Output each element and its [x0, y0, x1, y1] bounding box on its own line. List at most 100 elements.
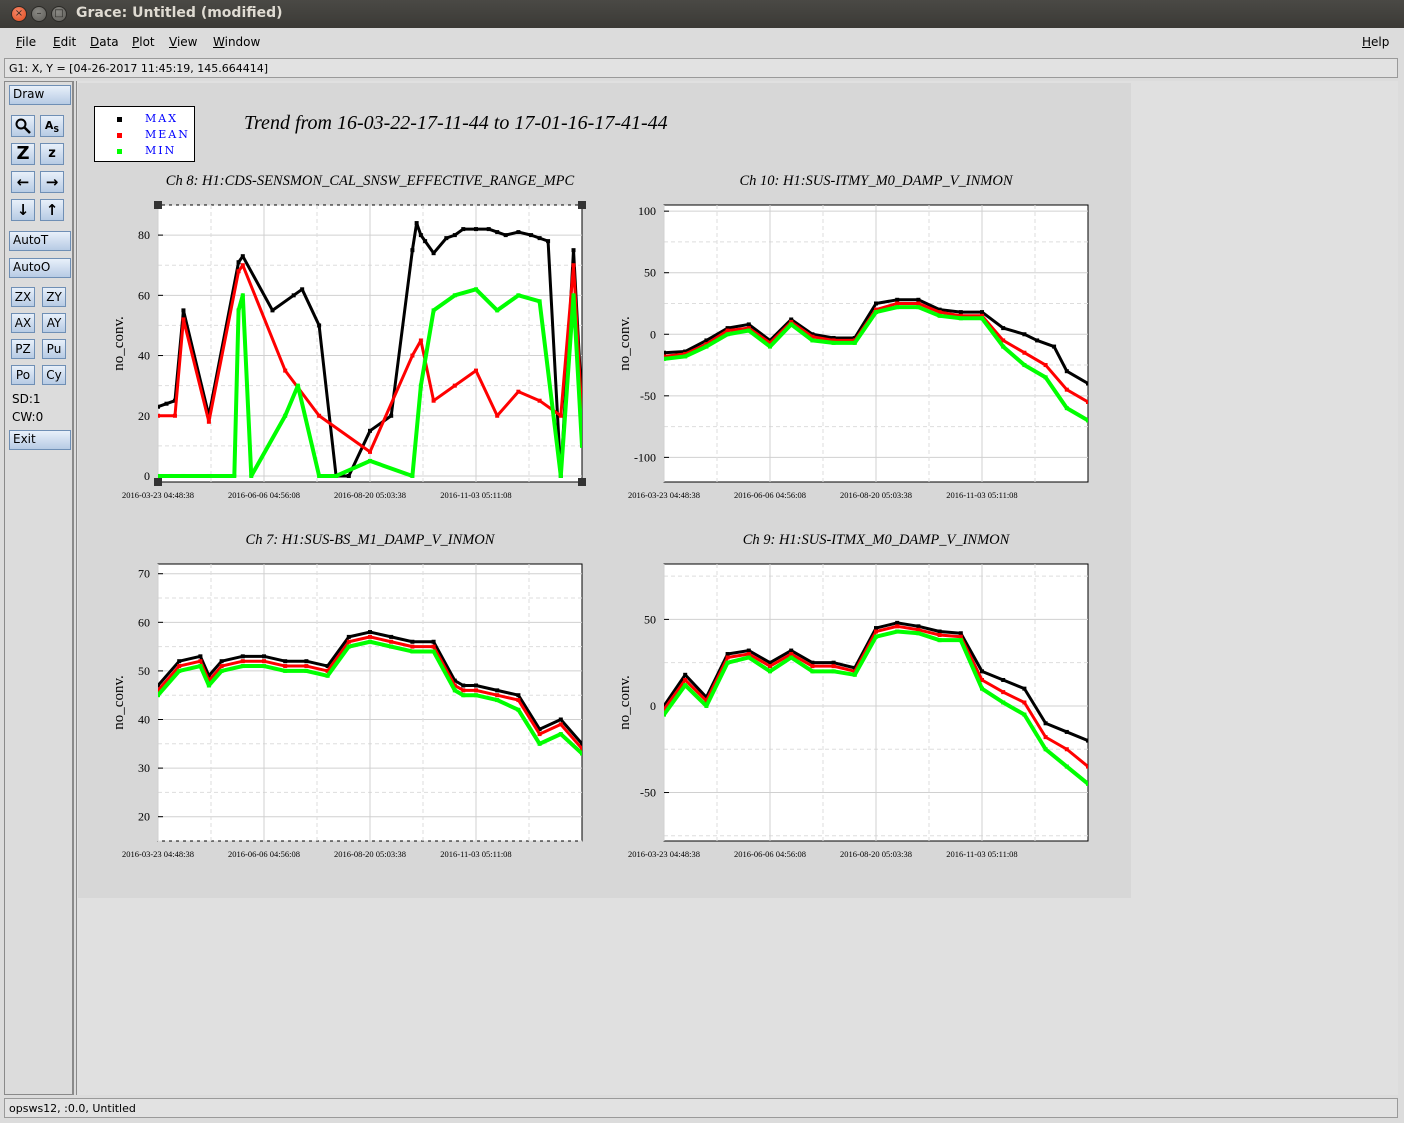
menu-file[interactable]: File — [16, 35, 36, 49]
menu-help[interactable]: Help — [1362, 35, 1389, 49]
selection-handle[interactable] — [578, 201, 586, 209]
point-min — [937, 313, 942, 318]
y-tick-label: 20 — [138, 810, 150, 824]
point-max — [789, 648, 794, 653]
point-min — [461, 693, 466, 698]
draw-button[interactable]: Draw — [9, 85, 71, 105]
point-mean — [219, 664, 224, 669]
point-min — [683, 354, 688, 359]
point-max — [240, 654, 245, 659]
point-max — [1001, 326, 1006, 331]
po-button[interactable]: Po — [11, 365, 35, 385]
minimize-icon[interactable]: – — [31, 6, 47, 22]
ax-button[interactable]: AX — [11, 313, 35, 333]
point-max — [346, 634, 351, 639]
y-axis-label: no_conv. — [111, 675, 127, 729]
point-min — [725, 660, 730, 665]
magnifier-icon[interactable] — [11, 115, 35, 137]
legend-item-mean: MEAN — [95, 128, 195, 144]
arrow-left-icon[interactable]: ← — [11, 171, 35, 193]
autot-button[interactable]: AutoT — [9, 231, 71, 251]
point-min — [1001, 344, 1006, 349]
point-min — [452, 293, 457, 298]
point-min — [831, 340, 836, 345]
point-max — [895, 620, 900, 625]
zx-button[interactable]: ZX — [11, 287, 35, 307]
point-max — [916, 624, 921, 629]
autoscale-z-icon[interactable]: Z — [11, 143, 35, 165]
menu-view[interactable]: View — [169, 35, 197, 49]
maximize-icon[interactable]: □ — [51, 6, 67, 22]
point-max — [219, 659, 224, 664]
point-mean — [474, 368, 478, 373]
point-min — [980, 686, 984, 691]
point-min — [198, 664, 203, 669]
point-min — [452, 688, 457, 693]
point-mean — [368, 449, 372, 454]
selection-handle[interactable] — [154, 478, 162, 486]
zoom-z-icon[interactable]: z — [40, 143, 64, 165]
zy-button[interactable]: ZY — [42, 287, 66, 307]
point-min — [325, 673, 330, 678]
cy-button[interactable]: Cy — [42, 365, 66, 385]
point-max — [503, 233, 508, 238]
menu-data[interactable]: Data — [90, 35, 119, 49]
point-min — [240, 293, 245, 298]
text-a-icon[interactable]: AS — [40, 115, 64, 137]
point-max — [495, 230, 500, 235]
legend-marker-mean — [117, 133, 122, 138]
point-min — [704, 703, 709, 708]
arrow-down-icon[interactable]: ↓ — [11, 199, 35, 221]
ay-button[interactable]: AY — [42, 313, 66, 333]
point-max — [1043, 721, 1048, 726]
point-min — [810, 669, 815, 674]
point-mean — [495, 413, 500, 418]
point-max — [958, 631, 963, 636]
point-min — [831, 669, 836, 674]
point-min — [664, 356, 666, 361]
menu-plot[interactable]: Plot — [132, 35, 155, 49]
title-bar: × – □ Grace: Untitled (modified) — [0, 0, 1404, 28]
point-max — [1086, 381, 1088, 386]
y-axis-label: no_conv. — [617, 675, 633, 729]
point-min — [295, 383, 300, 388]
point-mean — [461, 688, 466, 693]
point-max — [1022, 332, 1027, 337]
close-icon[interactable]: × — [11, 6, 27, 22]
point-min — [874, 310, 878, 315]
point-mean — [1064, 387, 1069, 392]
point-max — [431, 251, 436, 256]
exit-button[interactable]: Exit — [9, 430, 71, 450]
point-mean — [177, 664, 182, 669]
arrow-up-icon[interactable]: ↑ — [40, 199, 64, 221]
chart-ch7[interactable]: Ch 7: H1:SUS-BS_M1_DAMP_V_INMON 20 30 40 50 6… — [100, 527, 610, 862]
chart-ch8[interactable]: Ch 8: H1:CDS-SENSMON_CAL_SNSW_EFFECTIVE_… — [100, 168, 610, 503]
point-max — [537, 236, 542, 241]
point-max — [444, 236, 449, 241]
selection-handle[interactable] — [578, 478, 586, 486]
menu-edit[interactable]: Edit — [53, 35, 76, 49]
pu-button[interactable]: Pu — [42, 339, 66, 359]
selection-handle[interactable] — [154, 201, 162, 209]
tool-panel: Draw AS Z z ← → ↓ ↑ AutoT AutoO ZX ZY AX… — [4, 81, 74, 1095]
point-mean — [895, 301, 900, 306]
menu-window[interactable]: Window — [213, 35, 260, 49]
chart-ch9[interactable]: Ch 9: H1:SUS-ITMX_M0_DAMP_V_INMON -50 0 50 2… — [606, 527, 1116, 862]
main-title: Trend from 16-03-22-17-11-44 to 17-01-16… — [244, 112, 668, 134]
point-min — [895, 305, 900, 310]
arrow-right-icon[interactable]: → — [40, 171, 64, 193]
point-mean — [418, 338, 423, 343]
point-mean — [874, 629, 878, 634]
point-max — [495, 688, 500, 693]
point-mean — [937, 632, 942, 637]
point-min — [1022, 363, 1027, 368]
point-min — [368, 639, 372, 644]
pz-button[interactable]: PZ — [11, 339, 35, 359]
autoo-button[interactable]: AutoO — [9, 258, 71, 278]
chart-ch10[interactable]: Ch 10: H1:SUS-ITMY_M0_DAMP_V_INMON -100 -5… — [606, 168, 1116, 503]
x-tick-label: 2016-11-03 05:11:08 — [440, 849, 511, 859]
y-tick-label: 60 — [138, 288, 150, 302]
legend-box[interactable]: MAX MEAN MIN — [94, 106, 195, 162]
point-max — [181, 308, 186, 313]
point-min — [852, 672, 857, 677]
